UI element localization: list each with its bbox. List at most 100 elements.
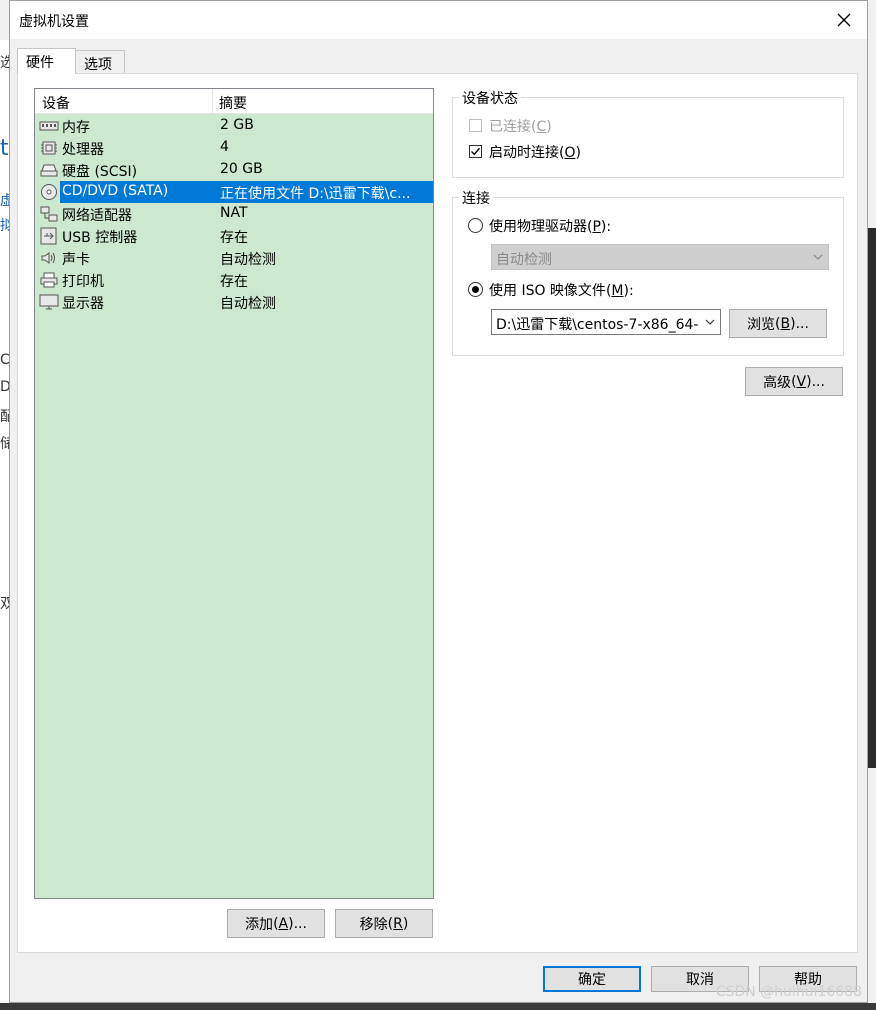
device-row-harddisk[interactable]: 硬盘 (SCSI) 20 GB (35, 159, 433, 181)
tab-hardware-label: 硬件 (26, 55, 54, 71)
cd-dvd-icon (41, 184, 57, 200)
browse-button[interactable]: 浏览(B)... (729, 309, 827, 338)
background-text-fragment: 虚 (0, 193, 9, 209)
background-text-fragment: C (0, 352, 9, 368)
harddisk-icon (40, 164, 58, 177)
chevron-down-icon (705, 319, 715, 325)
device-summary: NAT (220, 205, 248, 221)
device-name: 内存 (62, 120, 90, 136)
connect-at-poweron-checkbox[interactable] (469, 145, 482, 158)
vm-settings-dialog: 虚拟机设置 硬件 选项 设备 摘要 内存 2 GB 处理器 4 硬盘 (SCSI… (9, 0, 868, 1003)
taskbar-edge (0, 1003, 876, 1010)
connection-title: 连接 (459, 188, 493, 208)
device-status-title: 设备状态 (459, 88, 521, 108)
connect-at-poweron-mnemonic: O (564, 145, 576, 161)
advanced-button[interactable]: 高级(V)... (745, 367, 843, 396)
close-button[interactable] (821, 1, 867, 39)
device-row-network-adapter[interactable]: 网络适配器 NAT (35, 203, 433, 225)
add-button-mnemonic: A (278, 915, 289, 932)
device-row-cd-dvd[interactable]: CD/DVD (SATA) 正在使用文件 D:\迅雷下载\c... (35, 181, 433, 203)
connected-label: 已连接(C) (489, 119, 552, 135)
physical-drive-label-text: 使用物理驱动器 (489, 219, 587, 235)
background-text-fragment: t (0, 136, 9, 161)
add-button-label: 添加 (245, 916, 274, 933)
device-row-printer[interactable]: 打印机 存在 (35, 269, 433, 291)
device-status-group: 设备状态 已连接(C) 启动时连接(O) (452, 88, 844, 178)
physical-drive-mnemonic: P (592, 219, 601, 235)
ok-button[interactable]: 确定 (543, 966, 641, 992)
close-icon (837, 13, 851, 27)
device-summary: 存在 (220, 274, 248, 290)
printer-icon (40, 272, 58, 288)
memory-icon (39, 121, 59, 131)
cancel-button-label: 取消 (686, 972, 714, 988)
device-row-display[interactable]: 显示器 自动检测 (35, 291, 433, 313)
background-text-fragment: 双 (0, 596, 9, 612)
network-adapter-icon (40, 206, 58, 222)
processor-icon (41, 141, 57, 155)
physical-drive-label: 使用物理驱动器(P): (489, 219, 612, 235)
mnemonic-paren-close: )... (806, 373, 825, 390)
connected-checkbox[interactable] (469, 119, 482, 132)
column-header-device[interactable]: 设备 (42, 93, 70, 113)
device-list-header: 设备 摘要 (35, 89, 433, 114)
title-bar: 虚拟机设置 (10, 1, 867, 39)
radio-selected-dot (472, 286, 479, 293)
ok-button-label: 确定 (578, 972, 606, 988)
mnemonic-paren-close: )... (790, 315, 809, 332)
device-summary: 自动检测 (220, 296, 276, 312)
add-device-button[interactable]: 添加(A)... (227, 909, 325, 938)
background-text-fragment: 储 (0, 436, 9, 452)
device-summary: 存在 (220, 230, 248, 246)
iso-image-label: 使用 ISO 映像文件(M): (489, 283, 634, 299)
sound-icon (41, 252, 55, 264)
physical-drive-value: 自动检测 (496, 252, 552, 268)
usb-icon (40, 227, 57, 245)
column-header-summary[interactable]: 摘要 (219, 93, 247, 113)
browse-button-label: 浏览 (747, 316, 776, 333)
iso-image-radio[interactable] (468, 282, 483, 297)
iso-image-label-text: 使用 ISO 映像文件 (489, 283, 606, 299)
device-summary: 4 (220, 139, 229, 155)
device-row-sound[interactable]: 声卡 自动检测 (35, 247, 433, 269)
column-separator[interactable] (212, 89, 213, 113)
connect-at-poweron-label: 启动时连接(O) (489, 145, 581, 161)
device-row-processor[interactable]: 处理器 4 (35, 137, 433, 159)
tab-options-label: 选项 (84, 57, 112, 73)
mnemonic-paren-close: ) (402, 915, 409, 932)
advanced-button-label: 高级 (763, 374, 792, 391)
iso-image-mnemonic: M (611, 283, 624, 299)
mnemonic-paren-close: )... (288, 915, 307, 932)
iso-path-combobox[interactable]: D:\迅雷下载\centos-7-x86_64- (491, 309, 721, 335)
tab-options[interactable]: 选项 (75, 50, 125, 74)
watermark: CSDN @huihui16688 (715, 984, 862, 1000)
checkmark-icon (471, 147, 481, 156)
background-text-fragment: 配 (0, 409, 9, 425)
physical-drive-select[interactable]: 自动检测 (491, 244, 829, 270)
device-name: 打印机 (62, 274, 104, 290)
device-name: 网络适配器 (62, 208, 132, 224)
device-row-memory[interactable]: 内存 2 GB (35, 115, 433, 137)
connected-mnemonic: C (536, 119, 547, 135)
window-title: 虚拟机设置 (19, 14, 89, 30)
device-name: 硬盘 (SCSI) (62, 164, 138, 180)
physical-drive-radio[interactable] (468, 218, 483, 233)
device-summary: 2 GB (220, 117, 254, 133)
tab-hardware[interactable]: 硬件 (17, 48, 76, 74)
device-list[interactable]: 设备 摘要 内存 2 GB 处理器 4 硬盘 (SCSI) 20 GB CD/D… (34, 88, 434, 899)
remove-button-label: 移除 (359, 916, 388, 933)
connected-label-text: 已连接 (489, 119, 531, 135)
connect-at-poweron-label-text: 启动时连接 (489, 145, 559, 161)
remove-button-mnemonic: R (393, 915, 403, 932)
remove-device-button[interactable]: 移除(R) (335, 909, 433, 938)
device-row-usb[interactable]: USB 控制器 存在 (35, 225, 433, 247)
display-icon (39, 294, 59, 310)
device-name: 显示器 (62, 296, 104, 312)
device-name: 声卡 (62, 252, 90, 268)
browse-mnemonic: B (780, 315, 791, 332)
background-window-right (868, 228, 876, 768)
advanced-mnemonic: V (796, 373, 807, 390)
device-summary: 20 GB (220, 161, 263, 177)
device-name: USB 控制器 (62, 230, 138, 246)
iso-path-value: D:\迅雷下载\centos-7-x86_64- (496, 317, 699, 333)
